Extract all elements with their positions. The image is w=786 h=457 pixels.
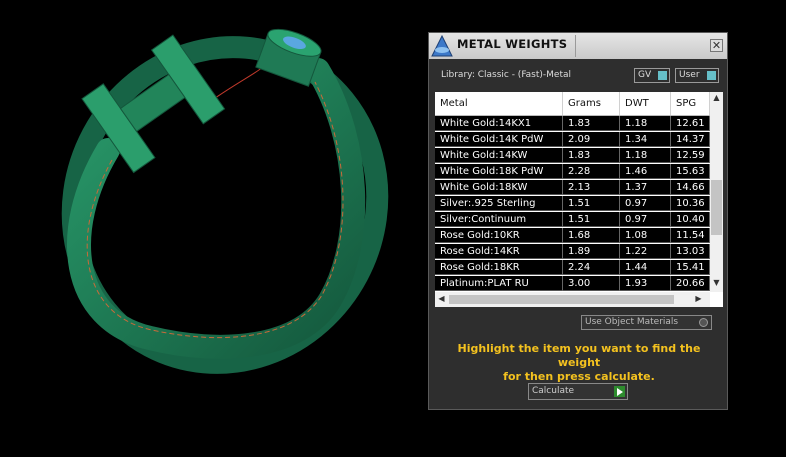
dwt-cell: 1.22	[620, 244, 671, 259]
spg-cell: 14.37	[671, 132, 710, 147]
metal-cell: White Gold:18K PdW	[435, 164, 563, 179]
dwt-cell: 1.18	[620, 116, 671, 131]
grams-cell: 1.83	[563, 116, 620, 131]
metal-cell: Rose Gold:14KR	[435, 244, 563, 259]
spg-cell: 12.59	[671, 148, 710, 163]
title-divider	[575, 35, 576, 57]
toggle-indicator-icon	[707, 71, 716, 80]
gv-toggle[interactable]: GV	[634, 68, 670, 83]
table-row[interactable]: White Gold:18KW 2.13 1.37 14.66	[435, 180, 710, 195]
grams-cell: 1.83	[563, 148, 620, 163]
metal-cell: White Gold:18KW	[435, 180, 563, 195]
table-row[interactable]: Rose Gold:10KR 1.68 1.08 11.54	[435, 228, 710, 243]
dwt-cell: 1.46	[620, 164, 671, 179]
spg-cell: 11.54	[671, 228, 710, 243]
scroll-down-arrow-icon[interactable]: ▼	[710, 278, 723, 287]
table-row[interactable]: Rose Gold:14KR 1.89 1.22 13.03	[435, 244, 710, 259]
close-icon[interactable]: ✕	[710, 39, 723, 52]
spg-cell: 15.41	[671, 260, 710, 275]
3d-viewport[interactable]	[0, 0, 428, 453]
grams-cell: 2.28	[563, 164, 620, 179]
grams-cell: 2.24	[563, 260, 620, 275]
metal-cell: White Gold:14KW	[435, 148, 563, 163]
panel-title: METAL WEIGHTS	[457, 37, 568, 51]
column-header-grams[interactable]: Grams	[563, 92, 620, 115]
spg-cell: 15.63	[671, 164, 710, 179]
instruction-line-1: Highlight the item you want to find the …	[457, 342, 701, 369]
dwt-cell: 0.97	[620, 196, 671, 211]
metal-cell: Silver:.925 Sterling	[435, 196, 563, 211]
grams-cell: 1.51	[563, 212, 620, 227]
radio-icon	[699, 318, 708, 327]
table-row[interactable]: Rose Gold:18KR 2.24 1.44 15.41	[435, 260, 710, 275]
ring-model[interactable]	[0, 0, 428, 453]
metal-cell: White Gold:14KX1	[435, 116, 563, 131]
spg-cell: 13.03	[671, 244, 710, 259]
table-row[interactable]: White Gold:14KW 1.83 1.18 12.59	[435, 148, 710, 163]
dwt-cell: 1.37	[620, 180, 671, 195]
scroll-right-arrow-icon[interactable]: ▶	[692, 294, 705, 303]
gv-toggle-label: GV	[638, 70, 652, 80]
column-header-dwt[interactable]: DWT	[620, 92, 671, 115]
spg-cell: 10.36	[671, 196, 710, 211]
scroll-up-arrow-icon[interactable]: ▲	[710, 93, 723, 102]
table-row[interactable]: Platinum:PLAT RU 3.00 1.93 20.66	[435, 276, 710, 291]
table-row[interactable]: White Gold:18K PdW 2.28 1.46 15.63	[435, 164, 710, 179]
column-header-spg[interactable]: SPG	[671, 92, 710, 115]
grams-cell: 2.13	[563, 180, 620, 195]
grams-cell: 1.89	[563, 244, 620, 259]
spg-cell: 14.66	[671, 180, 710, 195]
metal-cell: Rose Gold:10KR	[435, 228, 563, 243]
metal-cell: Silver:Continuum	[435, 212, 563, 227]
table-row[interactable]: White Gold:14KX1 1.83 1.18 12.61	[435, 116, 710, 131]
grams-cell: 1.68	[563, 228, 620, 243]
table-row[interactable]: White Gold:14K PdW 2.09 1.34 14.37	[435, 132, 710, 147]
library-label: Library: Classic - (Fast)-Metal	[441, 70, 572, 80]
metal-cell: Rose Gold:18KR	[435, 260, 563, 275]
scroll-left-arrow-icon[interactable]: ◀	[435, 294, 448, 303]
vertical-scrollbar[interactable]: ▲ ▼	[710, 92, 723, 292]
table-row[interactable]: Silver:Continuum 1.51 0.97 10.40	[435, 212, 710, 227]
instruction-message: Highlight the item you want to find the …	[439, 342, 719, 384]
metal-table[interactable]: Metal Grams DWT SPG White Gold:14KX1 1.8…	[435, 92, 723, 307]
metal-cell: White Gold:14K PdW	[435, 132, 563, 147]
dwt-cell: 1.34	[620, 132, 671, 147]
grams-cell: 1.51	[563, 196, 620, 211]
dwt-cell: 1.93	[620, 276, 671, 291]
metal-weights-panel: METAL WEIGHTS ✕ Library: Classic - (Fast…	[428, 32, 728, 410]
use-object-materials-option[interactable]: Use Object Materials	[581, 315, 712, 330]
metal-cell: Platinum:PLAT RU	[435, 276, 563, 291]
grams-cell: 3.00	[563, 276, 620, 291]
dwt-cell: 1.44	[620, 260, 671, 275]
dwt-cell: 1.08	[620, 228, 671, 243]
metal-weights-logo-icon	[430, 34, 454, 58]
panel-titlebar[interactable]: METAL WEIGHTS ✕	[429, 33, 727, 59]
grams-cell: 2.09	[563, 132, 620, 147]
instruction-line-2: for then press calculate.	[503, 370, 655, 383]
spg-cell: 10.40	[671, 212, 710, 227]
toggle-indicator-icon	[658, 71, 667, 80]
column-header-metal[interactable]: Metal	[435, 92, 563, 115]
spg-cell: 20.66	[671, 276, 710, 291]
dwt-cell: 0.97	[620, 212, 671, 227]
play-arrow-icon	[614, 386, 625, 397]
user-toggle[interactable]: User	[675, 68, 719, 83]
spg-cell: 12.61	[671, 116, 710, 131]
user-toggle-label: User	[679, 70, 700, 80]
calculate-label: Calculate	[532, 386, 575, 396]
table-row[interactable]: Silver:.925 Sterling 1.51 0.97 10.36	[435, 196, 710, 211]
table-header: Metal Grams DWT SPG	[435, 92, 710, 116]
vertical-scroll-thumb[interactable]	[711, 180, 722, 235]
dwt-cell: 1.18	[620, 148, 671, 163]
use-object-materials-label: Use Object Materials	[585, 317, 679, 327]
horizontal-scroll-thumb[interactable]	[449, 295, 674, 304]
calculate-button[interactable]: Calculate	[528, 383, 628, 400]
horizontal-scrollbar[interactable]: ◀ ▶	[435, 292, 710, 307]
